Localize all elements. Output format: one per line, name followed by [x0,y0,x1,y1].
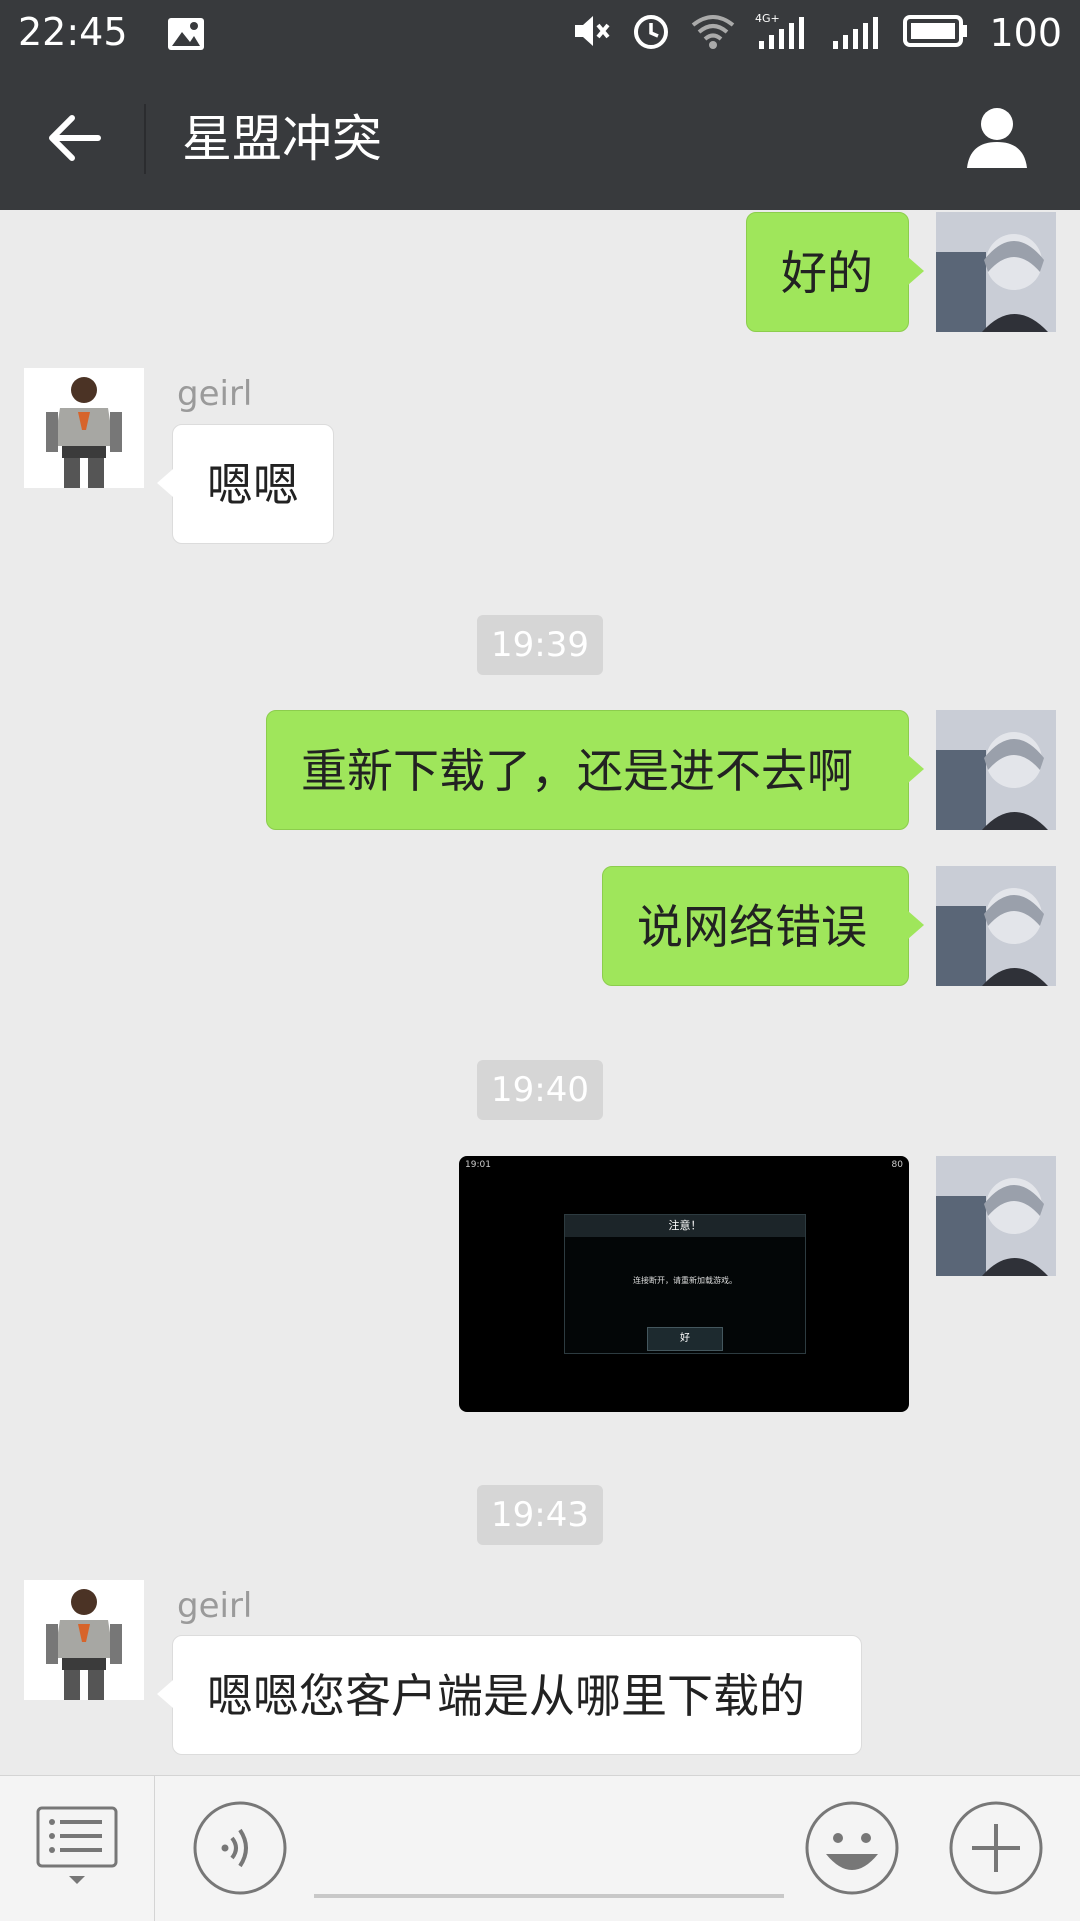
image-dialog: 注意！ 连接断开，请重新加载游戏。 好 [564,1214,806,1354]
emoji-icon [805,1801,899,1895]
contact-avatar[interactable] [24,1580,144,1700]
input-divider [154,1776,155,1921]
image-icon [166,16,206,56]
mute-icon [571,11,611,55]
my-avatar[interactable] [936,710,1056,830]
battery-level: 100 [989,11,1062,55]
person-icon [967,108,1027,168]
back-arrow-icon [49,115,101,161]
alarm-icon [631,11,671,55]
chat-messages[interactable]: 好的 geirl 嗯嗯 19:39 重新下载了，还是进不去啊 说网络错误 19:… [0,210,1080,1775]
app-bar: 星盟冲突 [0,66,1080,210]
message-bubble-outgoing[interactable]: 重新下载了，还是进不去啊 [266,710,924,830]
network-type-label: 4G+ [755,12,780,25]
message-timestamp: 19:43 [477,1485,603,1545]
image-dialog-message: 连接断开，请重新加载游戏。 [633,1276,737,1285]
status-time: 22:45 [18,10,128,54]
battery-icon [903,11,969,55]
menu-toggle-button[interactable] [36,1806,118,1891]
more-button[interactable] [948,1800,1044,1896]
input-bar [0,1775,1080,1921]
voice-icon [193,1801,287,1895]
message-timestamp: 19:40 [477,1060,603,1120]
signal-4g-icon: 4G+ [755,11,809,55]
image-status-time: 19:01 [465,1160,491,1170]
message-bubble-outgoing[interactable]: 好的 [746,212,924,332]
back-button[interactable] [44,106,108,170]
voice-button[interactable] [192,1800,288,1896]
image-dialog-button: 好 [647,1327,723,1351]
sender-name: geirl [177,374,253,414]
emoji-button[interactable] [804,1800,900,1896]
my-avatar[interactable] [936,866,1056,986]
my-avatar[interactable] [936,212,1056,332]
message-timestamp: 19:39 [477,615,603,675]
status-bar: 22:45 4G+ 100 [0,0,1080,66]
chat-info-button[interactable] [962,102,1032,172]
plus-icon [949,1801,1043,1895]
contact-avatar[interactable] [24,368,144,488]
menu-list-icon [36,1806,118,1884]
wifi-icon [691,11,735,55]
message-bubble-outgoing[interactable]: 说网络错误 [602,866,924,986]
image-message[interactable]: 19:01 80 注意！ 连接断开，请重新加载游戏。 好 [459,1156,909,1412]
sender-name: geirl [177,1586,253,1626]
my-avatar[interactable] [936,1156,1056,1276]
header-divider [144,104,146,174]
message-input[interactable] [314,1894,784,1898]
message-bubble-incoming[interactable]: 嗯嗯 [157,424,334,544]
chat-title: 星盟冲突 [182,110,382,168]
image-dialog-title: 注意！ [565,1215,805,1237]
image-status-battery: 80 [891,1160,903,1170]
signal-icon [829,11,883,55]
message-bubble-incoming[interactable]: 嗯嗯您客户端是从哪里下载的 [157,1635,862,1755]
